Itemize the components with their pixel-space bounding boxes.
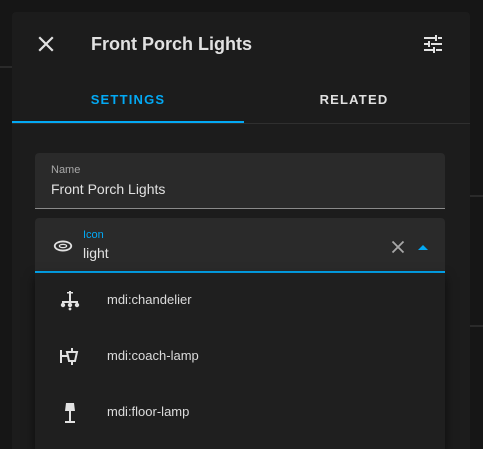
tab-settings[interactable]: SETTINGS bbox=[12, 84, 244, 124]
tab-bar: SETTINGS RELATED bbox=[12, 84, 470, 124]
tabs-divider bbox=[12, 123, 470, 124]
tune-icon bbox=[424, 35, 442, 53]
icon-search-input[interactable]: light bbox=[83, 245, 109, 261]
option-label: mdi:floor-lamp bbox=[107, 404, 190, 419]
backdrop-line bbox=[470, 325, 483, 327]
floor-lamp-icon bbox=[65, 403, 75, 423]
list-item[interactable]: mdi:floor-lamp bbox=[35, 385, 445, 441]
advanced-settings-button[interactable] bbox=[421, 32, 445, 56]
close-icon bbox=[38, 36, 54, 52]
option-label: mdi:coach-lamp bbox=[107, 348, 199, 363]
close-icon bbox=[391, 240, 405, 254]
option-label: mdi:chandelier bbox=[107, 292, 192, 307]
name-field-label: Name bbox=[51, 164, 81, 176]
chandelier-icon bbox=[60, 291, 80, 311]
entity-settings-dialog: Front Porch Lights SETTINGS RELATED Name… bbox=[12, 12, 470, 449]
ring-icon bbox=[53, 240, 73, 252]
icon-picker-field[interactable]: Icon light bbox=[35, 218, 445, 273]
clear-button[interactable] bbox=[388, 237, 408, 257]
name-field-value[interactable]: Front Porch Lights bbox=[51, 181, 165, 197]
dialog-header: Front Porch Lights bbox=[12, 12, 470, 76]
name-field[interactable]: Name Front Porch Lights bbox=[35, 153, 445, 209]
icon-suggestion-list: mdi:chandelier mdi:coach-lamp mdi:floor-… bbox=[35, 273, 445, 449]
dropdown-toggle-button[interactable] bbox=[413, 237, 433, 257]
coach-lamp-icon bbox=[60, 348, 79, 365]
list-item[interactable]: mdi:coach-lamp bbox=[35, 329, 445, 385]
close-button[interactable] bbox=[34, 32, 58, 56]
list-item[interactable]: mdi:chandelier bbox=[35, 273, 445, 329]
backdrop-line bbox=[470, 195, 483, 197]
menu-up-icon bbox=[418, 245, 428, 250]
dialog-title: Front Porch Lights bbox=[91, 34, 252, 54]
tab-related[interactable]: RELATED bbox=[238, 84, 470, 124]
backdrop-line bbox=[0, 66, 12, 68]
icon-field-label: Icon bbox=[83, 229, 104, 241]
